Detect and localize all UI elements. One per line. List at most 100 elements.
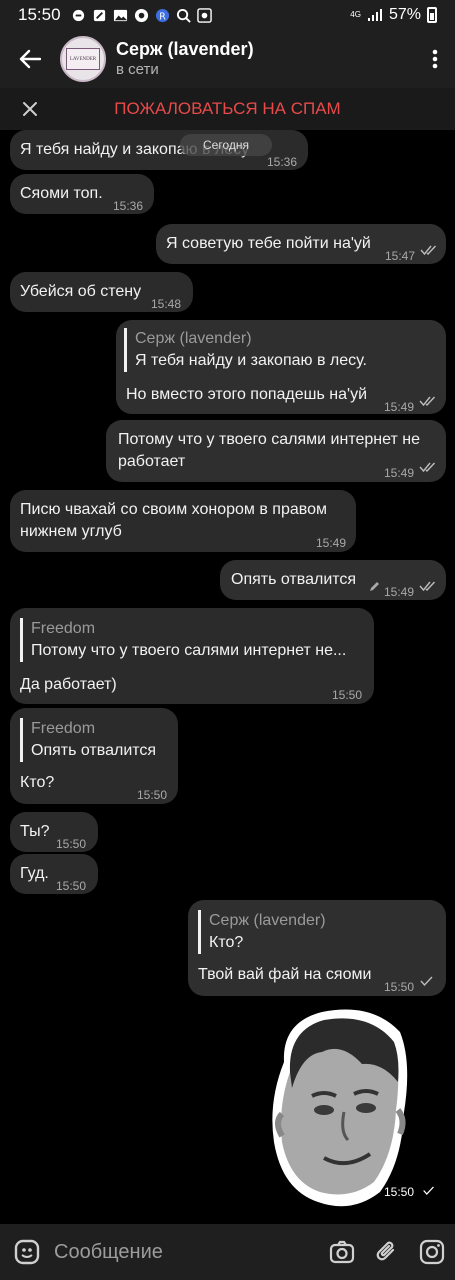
message-text: Гуд.: [20, 865, 49, 882]
message-time: 15:50: [56, 879, 87, 893]
battery-icon: [427, 7, 437, 23]
pencil-icon: [370, 582, 379, 591]
message-time: 15:50: [384, 980, 415, 994]
close-icon: [23, 102, 37, 116]
camera-button[interactable]: [319, 1224, 364, 1280]
message-time: 15:49: [384, 466, 415, 480]
date-pill: Сегодня: [180, 134, 272, 156]
message-text-line: нижнем углуб: [20, 523, 122, 540]
reply-author: Freedom: [31, 620, 96, 637]
notification-app-icon: R: [155, 8, 169, 22]
sticker-face[interactable]: [262, 1002, 412, 1212]
status-bar: 15:50 R 4G 57%: [0, 0, 455, 30]
report-spam-button[interactable]: ПОЖАЛОВАТЬСЯ НА СПАМ: [0, 99, 455, 119]
message-time: 15:49: [384, 585, 415, 599]
spam-close-button[interactable]: [0, 88, 60, 130]
notification-app-icon: [196, 7, 212, 23]
chat-title: Серж (lavender): [116, 39, 254, 59]
message-bubble[interactable]: Потому что у твоего салями интернет не р…: [106, 420, 446, 482]
message-bubble[interactable]: Ты? 15:50: [10, 812, 98, 852]
spam-bar: ПОЖАЛОВАТЬСЯ НА СПАМ: [0, 88, 455, 130]
status-right: 4G 57%: [350, 6, 437, 24]
message-bubble[interactable]: Гуд. 15:50: [10, 854, 98, 894]
network-label: 4G: [350, 10, 361, 19]
back-arrow-icon: [19, 49, 41, 69]
emoji-icon: [14, 1239, 40, 1265]
chat-info[interactable]: Серж (lavender) в сети: [116, 38, 415, 80]
message-text: Кто?: [20, 774, 55, 791]
notification-icons: R: [71, 7, 212, 23]
chat-status: в сети: [116, 61, 159, 78]
single-check-icon: [420, 976, 433, 987]
reply-quote[interactable]: Серж (lavender) Кто?: [198, 910, 326, 954]
message-time: 15:50: [137, 788, 168, 802]
message-time: 15:50: [56, 837, 87, 851]
message-time: 15:48: [151, 297, 182, 311]
status-time: 15:50: [18, 5, 61, 24]
message-time: 15:50: [332, 688, 363, 702]
reply-author: Серж (lavender): [135, 330, 252, 347]
reply-author: Серж (lavender): [209, 912, 326, 929]
gallery-icon: [113, 9, 127, 21]
sticker-time: 15:50: [384, 1185, 437, 1199]
double-check-icon: [419, 581, 436, 592]
message-bubble[interactable]: Freedom Потому что у твоего салями интер…: [10, 608, 374, 704]
message-bubble[interactable]: Серж (lavender) Кто? Твой вай фай на сяо…: [188, 900, 446, 996]
message-text: Сяоми топ.: [20, 185, 103, 202]
message-bubble[interactable]: Опять отвалится 15:49: [220, 560, 446, 600]
message-text: Да работает): [20, 676, 117, 693]
message-bubble[interactable]: Писю чвахай со своим хонором в правом ни…: [10, 490, 356, 552]
attach-button[interactable]: [364, 1224, 409, 1280]
reply-text: Кто?: [209, 934, 244, 951]
message-text-line: работает: [118, 453, 186, 470]
instagram-button[interactable]: [410, 1224, 455, 1280]
notification-app-icon: [134, 8, 148, 22]
more-vert-icon: [432, 49, 438, 69]
reply-text: Потому что у твоего салями интернет не..…: [31, 642, 347, 659]
reply-quote[interactable]: Freedom Потому что у твоего салями интер…: [20, 618, 346, 662]
emoji-button[interactable]: [0, 1224, 54, 1280]
message-bubble[interactable]: Убейся об стену 15:48: [10, 272, 193, 312]
message-text: Я советую тебе пойти на'уй: [166, 235, 371, 252]
reply-text: Опять отвалится: [31, 742, 157, 759]
message-text: Опять отвалится: [231, 571, 357, 588]
message-time: 15:36: [267, 155, 298, 169]
message-bubble[interactable]: Сяоми топ. 15:36: [10, 174, 154, 214]
battery-percent: 57%: [388, 6, 421, 23]
chat-header: LAVENDER Серж (lavender) в сети: [0, 30, 455, 88]
single-check-icon: [423, 1186, 435, 1195]
search-icon: [176, 8, 191, 23]
message-text: Твой вай фай на сяоми: [198, 966, 372, 983]
avatar[interactable]: LAVENDER: [60, 36, 106, 82]
notification-app-icon: [72, 9, 84, 21]
message-text: Убейся об стену: [20, 283, 142, 300]
message-time: 15:50: [384, 1185, 415, 1199]
message-text-line: Потому что у твоего салями интернет не: [118, 431, 420, 448]
reply-quote[interactable]: Серж (lavender) Я тебя найду и закопаю в…: [124, 328, 367, 372]
message-bubble[interactable]: Freedom Опять отвалится Кто? 15:50: [10, 708, 178, 804]
message-time: 15:47: [385, 249, 416, 263]
svg-text:R: R: [159, 11, 166, 22]
message-text-line: Писю чвахай со своим хонором в правом: [20, 501, 327, 518]
composer: [0, 1224, 455, 1280]
back-button[interactable]: [0, 30, 60, 88]
message-time: 15:49: [316, 536, 347, 550]
message-list[interactable]: Я тебя найду и закопаю в лесу 15:36 Сего…: [0, 130, 455, 1224]
camera-icon: [329, 1240, 354, 1264]
message-bubble[interactable]: Серж (lavender) Я тебя найду и закопаю в…: [116, 320, 446, 414]
reply-author: Freedom: [31, 720, 96, 737]
message-bubble[interactable]: Я советую тебе пойти на'уй 15:47: [156, 224, 446, 264]
attach-icon: [376, 1241, 395, 1261]
reply-text: Я тебя найду и закопаю в лесу.: [135, 352, 367, 369]
reply-quote[interactable]: Freedom Опять отвалится: [20, 718, 156, 762]
double-check-icon: [419, 462, 436, 473]
message-text: Ты?: [20, 823, 50, 840]
more-button[interactable]: [415, 30, 455, 88]
signal-icon: [367, 9, 382, 21]
message-input[interactable]: [54, 1232, 320, 1272]
double-check-icon: [419, 396, 436, 407]
message-time: 15:36: [113, 199, 144, 213]
avatar-logo: LAVENDER: [66, 48, 100, 70]
double-check-icon: [420, 245, 437, 256]
instagram-icon: [420, 1239, 445, 1265]
